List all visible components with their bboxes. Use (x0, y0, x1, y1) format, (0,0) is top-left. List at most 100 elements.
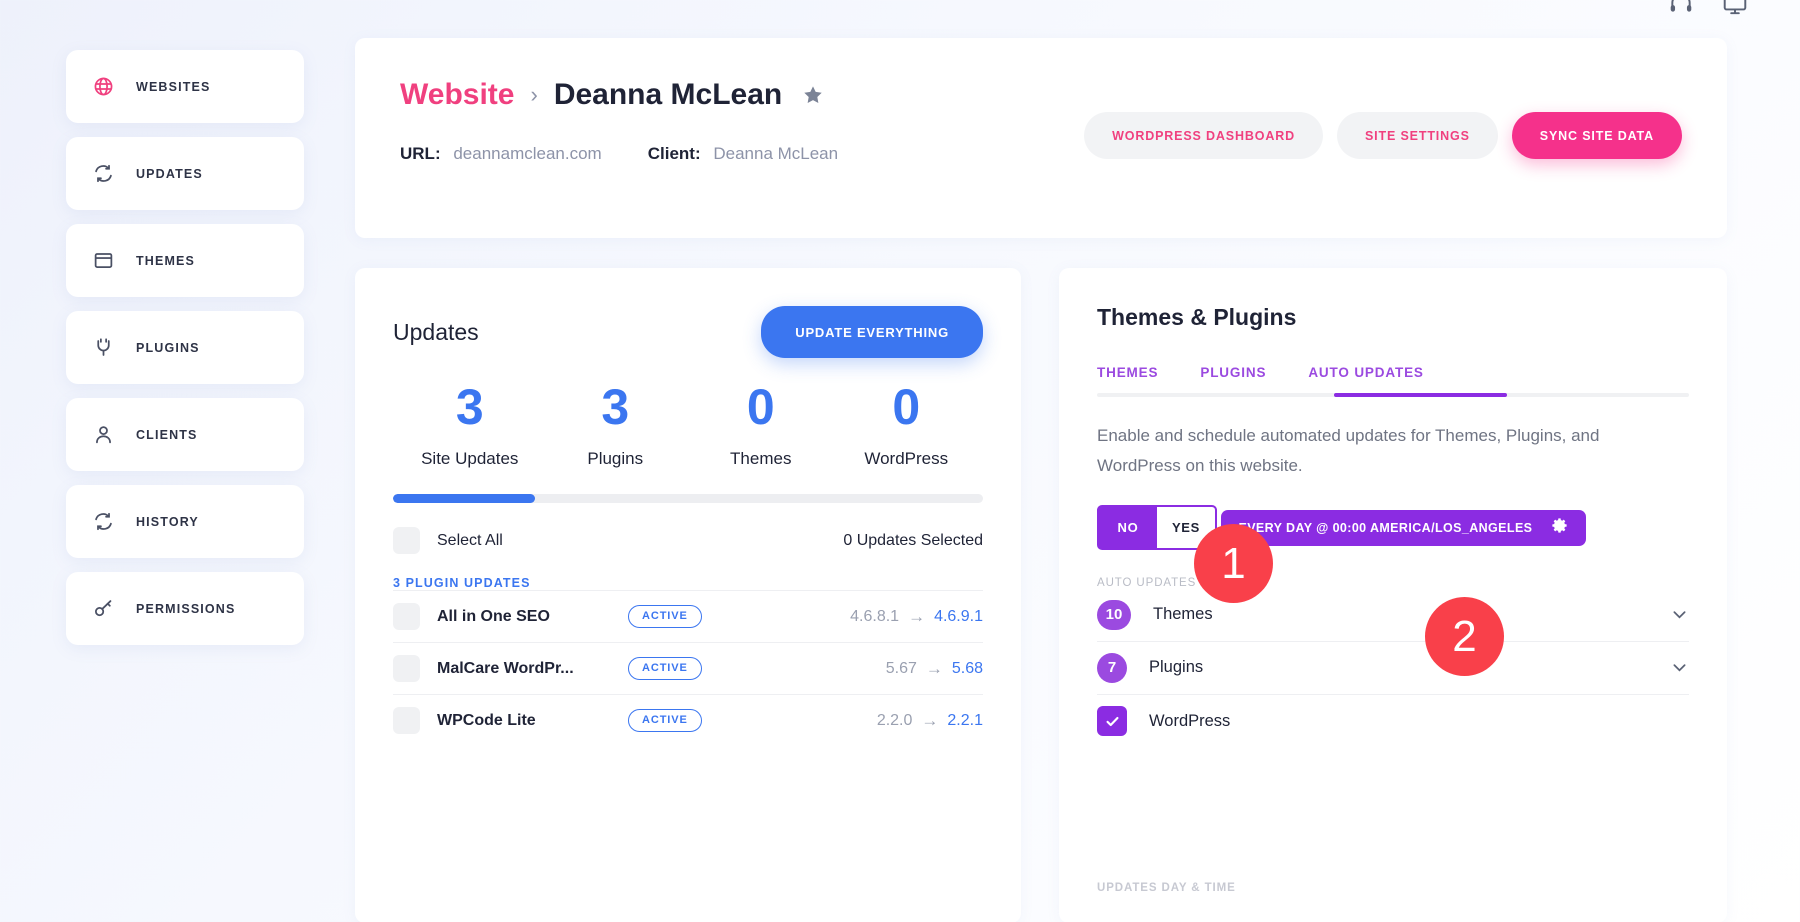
globe-icon (92, 76, 114, 98)
site-url: URL: deannamclean.com (400, 144, 602, 164)
sidebar-item-label: WEBSITES (136, 79, 211, 94)
sidebar-item-label: PERMISSIONS (136, 601, 236, 616)
version-old: 5.67 (885, 659, 917, 677)
auto-update-row-plugins[interactable]: 7 Plugins (1097, 642, 1689, 695)
monitor-icon[interactable] (1722, 0, 1748, 17)
auto-update-row-themes[interactable]: 10 Themes (1097, 589, 1689, 642)
chevron-down-icon[interactable] (1670, 658, 1689, 677)
sidebar-item-label: CLIENTS (136, 427, 198, 442)
updates-selected-count: 0 Updates Selected (843, 531, 983, 549)
wordpress-auto-update-checkbox[interactable] (1097, 706, 1127, 737)
sidebar-item-permissions[interactable]: PERMISSIONS (66, 572, 304, 645)
arrow-right-icon: → (921, 710, 939, 730)
arrow-right-icon: → (908, 606, 926, 626)
auto-update-row-label: Plugins (1149, 658, 1204, 677)
stat-themes: 0 Themes (688, 382, 834, 469)
plugins-count-badge: 7 (1097, 652, 1127, 683)
status-badge: ACTIVE (628, 605, 702, 628)
auto-update-row-label: WordPress (1149, 711, 1231, 730)
refresh-icon (92, 163, 114, 185)
plug-icon (92, 337, 114, 359)
plugin-name: WPCode Lite (437, 711, 536, 729)
sidebar-item-label: THEMES (136, 253, 195, 268)
row-checkbox[interactable] (393, 707, 420, 734)
site-url-value: deannamclean.com (453, 144, 602, 163)
site-url-label: URL: (400, 144, 441, 163)
version-change: 2.2.0 → 2.2.1 (877, 711, 983, 731)
update-everything-button[interactable]: UPDATE EVERYTHING (761, 306, 983, 358)
auto-updates-description: Enable and schedule automated updates fo… (1097, 426, 1600, 475)
annotation-bubble-2: 2 (1425, 597, 1504, 676)
update-progress-bar (393, 494, 983, 503)
update-stats: 3 Site Updates 3 Plugins 0 Themes 0 Word… (393, 382, 983, 469)
support-icon[interactable] (1668, 0, 1694, 17)
sidebar-item-label: UPDATES (136, 166, 203, 181)
stat-label: Plugins (587, 449, 644, 468)
schedule-field-label: UPDATES DAY & TIME (1097, 882, 1236, 894)
stat-plugins: 3 Plugins (543, 382, 689, 469)
row-checkbox[interactable] (393, 603, 420, 630)
stat-value: 0 (746, 379, 775, 435)
breadcrumb-separator: › (530, 82, 538, 107)
plugin-name: MalCare WordPr... (437, 659, 574, 677)
auto-updates-section-label: AUTO UPDATES (1097, 576, 1197, 589)
table-row[interactable]: MalCare WordPr... ACTIVE 5.67 → 5.68 (393, 642, 983, 694)
updates-card-header: Updates UPDATE EVERYTHING (393, 306, 983, 358)
sidebar-item-themes[interactable]: THEMES (66, 224, 304, 297)
version-new: 2.2.1 (947, 711, 983, 729)
site-client-label: Client: (647, 144, 701, 163)
breadcrumb-root-link[interactable]: Website (400, 78, 514, 112)
main-content: Website › Deanna McLean URL: deannamclea… (355, 38, 1727, 922)
auto-update-row-wordpress[interactable]: WordPress (1097, 695, 1689, 748)
stat-value: 0 (892, 379, 921, 435)
arrow-right-icon: → (925, 658, 943, 678)
site-client-value: Deanna McLean (713, 144, 839, 163)
tab-plugins[interactable]: PLUGINS (1200, 365, 1266, 380)
sidebar-item-websites[interactable]: WEBSITES (66, 50, 304, 123)
stat-wordpress: 0 WordPress (834, 382, 980, 469)
header-action-buttons: WORDPRESS DASHBOARD SITE SETTINGS SYNC S… (1084, 112, 1682, 159)
select-all-label: Select All (437, 531, 503, 549)
version-old: 2.2.0 (876, 711, 913, 729)
refresh-icon (92, 511, 114, 533)
themes-plugins-title: Themes & Plugins (1097, 304, 1297, 330)
updates-title: Updates (393, 318, 479, 345)
select-all-checkbox[interactable] (393, 527, 420, 554)
plugin-name: All in One SEO (437, 607, 550, 625)
update-progress-fill (393, 494, 535, 503)
star-icon[interactable] (802, 84, 824, 106)
status-badge: ACTIVE (628, 709, 702, 732)
sidebar-item-label: HISTORY (136, 514, 199, 529)
top-utility-icons (1668, 0, 1748, 17)
chevron-down-icon[interactable] (1670, 605, 1689, 624)
update-schedule-button[interactable]: EVERY DAY @ 00:00 AMERICA/LOS_ANGELES (1221, 509, 1587, 546)
sidebar-item-label: PLUGINS (136, 340, 200, 355)
gear-icon[interactable] (1550, 516, 1569, 540)
version-change: 5.67 → 5.68 (886, 659, 983, 679)
version-new: 5.68 (951, 659, 983, 677)
sidebar-item-updates[interactable]: UPDATES (66, 137, 304, 210)
tab-auto-updates[interactable]: AUTO UPDATES (1308, 365, 1423, 380)
version-new: 4.6.9.1 (934, 607, 983, 625)
sidebar-item-clients[interactable]: CLIENTS (66, 398, 304, 471)
dashboard-columns: Updates UPDATE EVERYTHING 3 Site Updates… (355, 268, 1727, 922)
updates-card: Updates UPDATE EVERYTHING 3 Site Updates… (355, 268, 1021, 922)
themes-count-badge: 10 (1097, 599, 1131, 630)
active-tab-underline (1334, 393, 1507, 397)
key-icon (92, 598, 114, 620)
wordpress-dashboard-button[interactable]: WORDPRESS DASHBOARD (1084, 112, 1323, 159)
sidebar-item-plugins[interactable]: PLUGINS (66, 311, 304, 384)
table-row[interactable]: WPCode Lite ACTIVE 2.2.0 → 2.2.1 (393, 694, 983, 746)
auto-update-row-label: Themes (1153, 605, 1213, 624)
stat-label: Site Updates (421, 449, 519, 468)
stat-site-updates: 3 Site Updates (397, 382, 543, 469)
sync-site-data-button[interactable]: SYNC SITE DATA (1511, 112, 1682, 159)
site-settings-button[interactable]: SITE SETTINGS (1336, 112, 1498, 159)
tab-themes[interactable]: THEMES (1097, 365, 1158, 380)
sidebar-item-history[interactable]: HISTORY (66, 485, 304, 558)
annotation-bubble-1: 1 (1194, 524, 1273, 603)
stat-label: Themes (730, 449, 792, 468)
row-checkbox[interactable] (393, 655, 420, 682)
toggle-option-no[interactable]: NO (1099, 507, 1157, 548)
table-row[interactable]: All in One SEO ACTIVE 4.6.8.1 → 4.6.9.1 (393, 590, 983, 642)
